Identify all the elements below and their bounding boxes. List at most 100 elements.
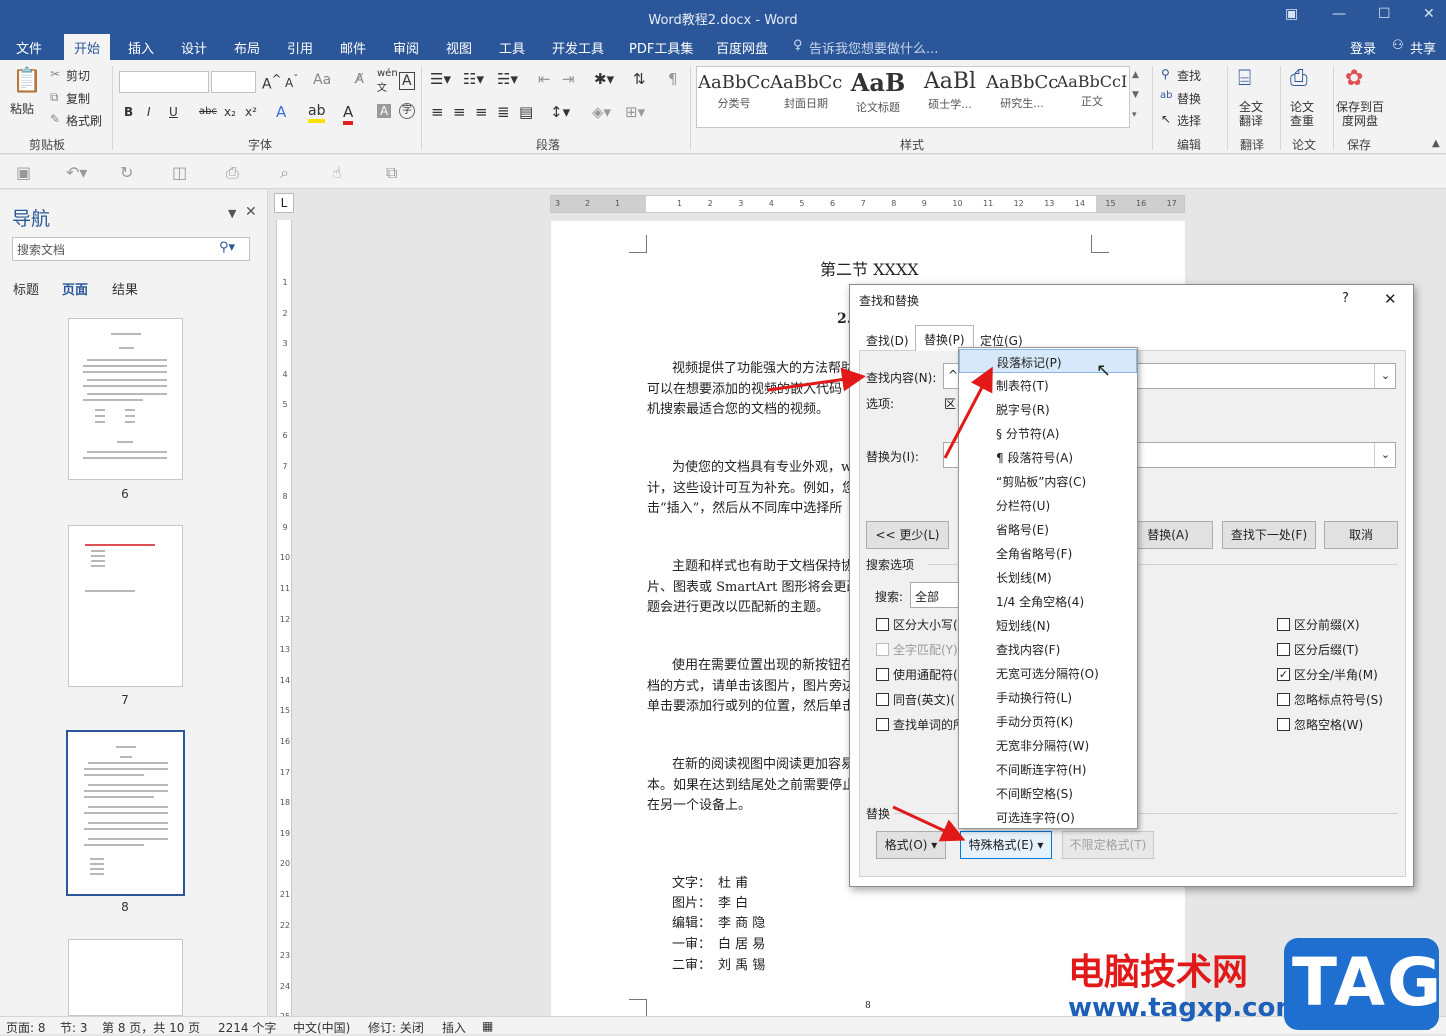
tab-references[interactable]: 引用 <box>287 38 313 57</box>
cut-button[interactable]: 剪切 <box>66 67 90 84</box>
menu-item[interactable]: 省略号(E) <box>959 517 1137 541</box>
menu-item[interactable]: 不间断连字符(H) <box>959 757 1137 781</box>
tab-file[interactable]: 文件 <box>16 38 42 57</box>
strikethrough-icon[interactable]: abc <box>199 106 217 117</box>
chevron-down-icon[interactable]: ⌄ <box>1374 364 1396 388</box>
tab-insert[interactable]: 插入 <box>128 38 154 57</box>
save-baidu-button[interactable]: 保存到百度网盘 <box>1335 100 1385 128</box>
style-item[interactable]: AaB 论文标题 <box>842 68 914 124</box>
tab-home[interactable]: 开始 <box>64 34 111 60</box>
align-right-icon[interactable]: ≡ <box>475 103 488 121</box>
gallery-down-icon[interactable]: ▼ <box>1132 90 1139 100</box>
print-preview-icon[interactable]: ⌕ <box>280 163 289 183</box>
tab-review[interactable]: 审阅 <box>393 38 419 57</box>
status-page[interactable]: 页面: 8 <box>6 1019 46 1036</box>
paste-icon[interactable]: 📋 <box>12 66 42 94</box>
style-item[interactable]: AaBbCc 分类号 <box>698 68 770 124</box>
ribbon-display-icon[interactable]: ▣ <box>1285 6 1298 22</box>
status-words[interactable]: 2214 个字 <box>218 1019 276 1036</box>
increase-indent-icon[interactable]: ⇥ <box>562 70 575 88</box>
page-thumbnail[interactable] <box>68 939 183 1016</box>
gallery-more-icon[interactable]: ▾ <box>1132 110 1137 120</box>
decrease-indent-icon[interactable]: ⇤ <box>538 70 551 88</box>
find-button[interactable]: 查找 <box>1177 67 1201 84</box>
checkbox-ignore-space[interactable] <box>1277 718 1290 731</box>
sort-icon[interactable]: ⇅ <box>633 70 646 88</box>
tab-find[interactable]: 查找(D) <box>864 330 911 351</box>
undo-icon[interactable]: ↶▾ <box>66 163 87 182</box>
char-border-icon[interactable]: A <box>399 72 415 90</box>
copy-button[interactable]: 复制 <box>66 90 90 107</box>
status-track-changes[interactable]: 修订: 关闭 <box>368 1019 424 1036</box>
line-spacing-icon[interactable]: ↕▾ <box>550 103 570 121</box>
tab-view[interactable]: 视图 <box>446 38 472 57</box>
close-icon[interactable]: ✕ <box>1423 6 1435 22</box>
highlight-icon[interactable]: ab <box>308 103 326 123</box>
ruler-toggle[interactable]: L <box>274 193 294 213</box>
menu-item[interactable]: 查找内容(F) <box>959 637 1137 661</box>
bold-icon[interactable]: B <box>124 105 133 119</box>
find-next-button[interactable]: 查找下一处(F) <box>1222 521 1316 549</box>
subscript-icon[interactable]: x₂ <box>224 105 236 119</box>
menu-item[interactable]: 1/4 全角空格(4) <box>959 589 1137 613</box>
print-icon[interactable]: ⎙ <box>226 163 239 183</box>
tab-mailings[interactable]: 邮件 <box>340 38 366 57</box>
login-link[interactable]: 登录 <box>1350 38 1376 57</box>
borders-icon[interactable]: ⊞▾ <box>625 103 645 121</box>
style-item[interactable]: AaBbCc 封面日期 <box>770 68 842 124</box>
menu-item[interactable]: 无宽可选分隔符(O) <box>959 661 1137 685</box>
touch-mode-icon[interactable]: ☝ <box>332 163 342 182</box>
italic-icon[interactable]: I <box>147 105 151 119</box>
page-thumbnail-selected[interactable] <box>66 730 185 896</box>
align-center-icon[interactable]: ≡ <box>453 103 466 121</box>
superscript-icon[interactable]: x² <box>245 105 257 119</box>
collapse-ribbon-icon[interactable]: ▲ <box>1432 138 1440 149</box>
tab-tools[interactable]: 工具 <box>499 38 525 57</box>
cancel-button[interactable]: 取消 <box>1324 521 1398 549</box>
text-effects-icon[interactable]: A <box>276 103 286 121</box>
style-item[interactable]: AaBl 硕士学... <box>914 68 986 124</box>
align-left-icon[interactable]: ≡ <box>431 103 444 121</box>
tab-layout[interactable]: 布局 <box>234 38 260 57</box>
menu-item[interactable]: 手动分页符(K) <box>959 709 1137 733</box>
tab-developer[interactable]: 开发工具 <box>552 38 604 57</box>
page-thumbnail[interactable] <box>68 318 183 480</box>
nav-tab-results[interactable]: 结果 <box>112 279 138 298</box>
nav-close-icon[interactable]: ✕ <box>245 204 257 220</box>
menu-item[interactable]: 脱字号(R) <box>959 397 1137 421</box>
enclose-char-icon[interactable]: 字 <box>399 103 415 119</box>
font-size-combo[interactable] <box>211 71 256 93</box>
clear-format-icon[interactable]: A̸ <box>355 72 364 87</box>
style-item[interactable]: AaBbCc 研究生... <box>986 68 1058 124</box>
char-shading-icon[interactable]: A <box>377 104 392 118</box>
checkbox-match-prefix[interactable] <box>1277 618 1290 631</box>
tab-design[interactable]: 设计 <box>181 38 207 57</box>
less-button[interactable]: << 更少(L) <box>866 521 949 549</box>
tab-pdf-tools[interactable]: PDF工具集 <box>629 38 693 57</box>
checkbox-wildcards[interactable] <box>876 668 889 681</box>
format-painter-button[interactable]: 格式刷 <box>66 112 102 129</box>
menu-item[interactable]: 短划线(N) <box>959 613 1137 637</box>
tell-me-box[interactable]: 告诉我您想要做什么... <box>809 38 938 57</box>
checkbox-match-case[interactable] <box>876 618 889 631</box>
page-thumbnail[interactable] <box>68 525 183 687</box>
menu-item[interactable]: 无宽非分隔符(W) <box>959 733 1137 757</box>
status-page-of[interactable]: 第 8 页，共 10 页 <box>102 1019 200 1036</box>
distributed-icon[interactable]: ▤ <box>519 103 533 121</box>
read-mode-icon[interactable]: ◫ <box>172 163 187 182</box>
full-translate-button[interactable]: 全文翻译 <box>1239 100 1267 128</box>
shrink-font-icon[interactable]: Aˇ <box>285 74 298 90</box>
checkbox-ignore-punct[interactable] <box>1277 693 1290 706</box>
format-button[interactable]: 格式(O) ▾ <box>876 831 946 859</box>
multilevel-list-icon[interactable]: ☵▾ <box>497 70 518 88</box>
menu-item[interactable]: 可选连字符(O) <box>959 805 1137 829</box>
paper-check-button[interactable]: 论文查重 <box>1290 100 1318 128</box>
menu-item[interactable]: 全角省略号(F) <box>959 541 1137 565</box>
status-insert-mode[interactable]: 插入 <box>442 1019 466 1036</box>
chinese-layout-icon[interactable]: ✱▾ <box>594 70 614 88</box>
menu-item[interactable]: § 分节符(A) <box>959 421 1137 445</box>
gallery-up-icon[interactable]: ▲ <box>1132 70 1139 80</box>
customize-icon[interactable]: ⧉ <box>386 163 397 183</box>
select-button[interactable]: 选择 <box>1177 112 1201 129</box>
numbering-icon[interactable]: ☷▾ <box>463 70 484 88</box>
